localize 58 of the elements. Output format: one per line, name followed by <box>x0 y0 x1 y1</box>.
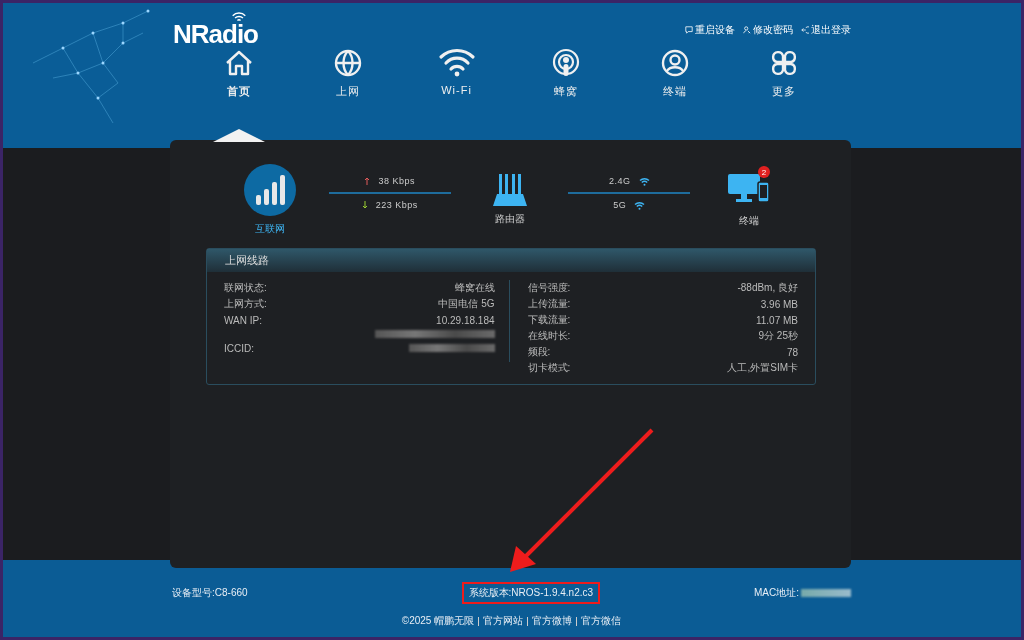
podcast-icon <box>550 48 581 78</box>
wifi-icon <box>634 200 646 210</box>
field-label: 频段: <box>527 345 551 359</box>
field-label: 上传流量: <box>527 297 571 311</box>
nav-tab[interactable]: 蜂窝 <box>511 40 620 139</box>
field-value: 中国电信 5G <box>438 297 495 311</box>
nav-tab[interactable]: 上网 <box>293 40 402 139</box>
field-label: 信号强度: <box>527 281 571 295</box>
field-value: 3.96 MB <box>760 298 798 310</box>
logo: NRadio <box>173 11 258 50</box>
upload-speed: 38 Kbps <box>378 176 415 186</box>
header-link[interactable]: 重启设备 <box>685 23 735 37</box>
band-label: 5G <box>613 200 627 210</box>
globe-icon <box>332 48 363 78</box>
footer-link[interactable]: 官方网站 <box>483 614 524 628</box>
field-value: 10.29.18.184 <box>436 314 495 326</box>
header-link[interactable]: 修改密码 <box>743 23 793 37</box>
user-icon <box>659 48 690 78</box>
footer-link[interactable]: 官方微信 <box>581 614 622 628</box>
router-label: 路由器 <box>494 212 525 226</box>
message-icon <box>685 26 693 34</box>
field-label: 下载流量: <box>527 313 571 327</box>
field-value: 人工,外置SIM卡 <box>727 361 798 375</box>
field-value: -88dBm, 良好 <box>737 281 798 295</box>
field-value: 蜂窝在线 <box>454 281 495 295</box>
nav-tab[interactable]: Wi-Fi <box>402 40 511 139</box>
logout-icon <box>801 26 809 34</box>
router-icon <box>492 174 527 206</box>
field-value: 9分 25秒 <box>758 329 798 343</box>
field-value: 11.07 MB <box>755 314 798 326</box>
internet-label: 互联网 <box>255 222 285 236</box>
band-label: 2.4G <box>609 176 631 186</box>
count-badge: 2 <box>758 166 770 178</box>
field-label: ICCID: <box>224 342 254 354</box>
mac-label: MAC地址: <box>754 586 799 600</box>
field-label: WAN IP: <box>224 314 262 326</box>
wifi-icon <box>437 48 476 78</box>
nav-tab[interactable]: 更多 <box>729 40 838 139</box>
nav-tab[interactable]: 终端 <box>620 40 729 139</box>
wifi-icon <box>638 176 650 186</box>
up-arrow-icon <box>364 177 371 185</box>
download-speed: 223 Kbps <box>375 200 418 210</box>
firmware-version: 系统版本:NROS-1.9.4.n2.c3 <box>468 587 594 598</box>
field-label: 在线时长: <box>527 329 571 343</box>
down-arrow-icon <box>361 201 368 209</box>
field-label: 联网状态: <box>224 281 267 295</box>
signal-bars-icon <box>244 164 296 216</box>
footer-link[interactable]: 官方微博 <box>532 614 573 628</box>
field-label: 上网方式: <box>224 297 267 311</box>
copyright-text: ©2025 帽鹏无限 <box>401 614 475 628</box>
monitor-phone-icon <box>728 172 770 204</box>
field-value: 78 <box>786 346 798 358</box>
header-link[interactable]: 退出登录 <box>801 23 851 37</box>
field-label: 切卡模式: <box>527 361 571 375</box>
panel-title: 上网线路 <box>225 254 269 266</box>
terminal-label: 终端 <box>739 214 759 228</box>
user-key-icon <box>743 26 751 34</box>
device-model: 设备型号:C8-660 <box>172 586 248 600</box>
